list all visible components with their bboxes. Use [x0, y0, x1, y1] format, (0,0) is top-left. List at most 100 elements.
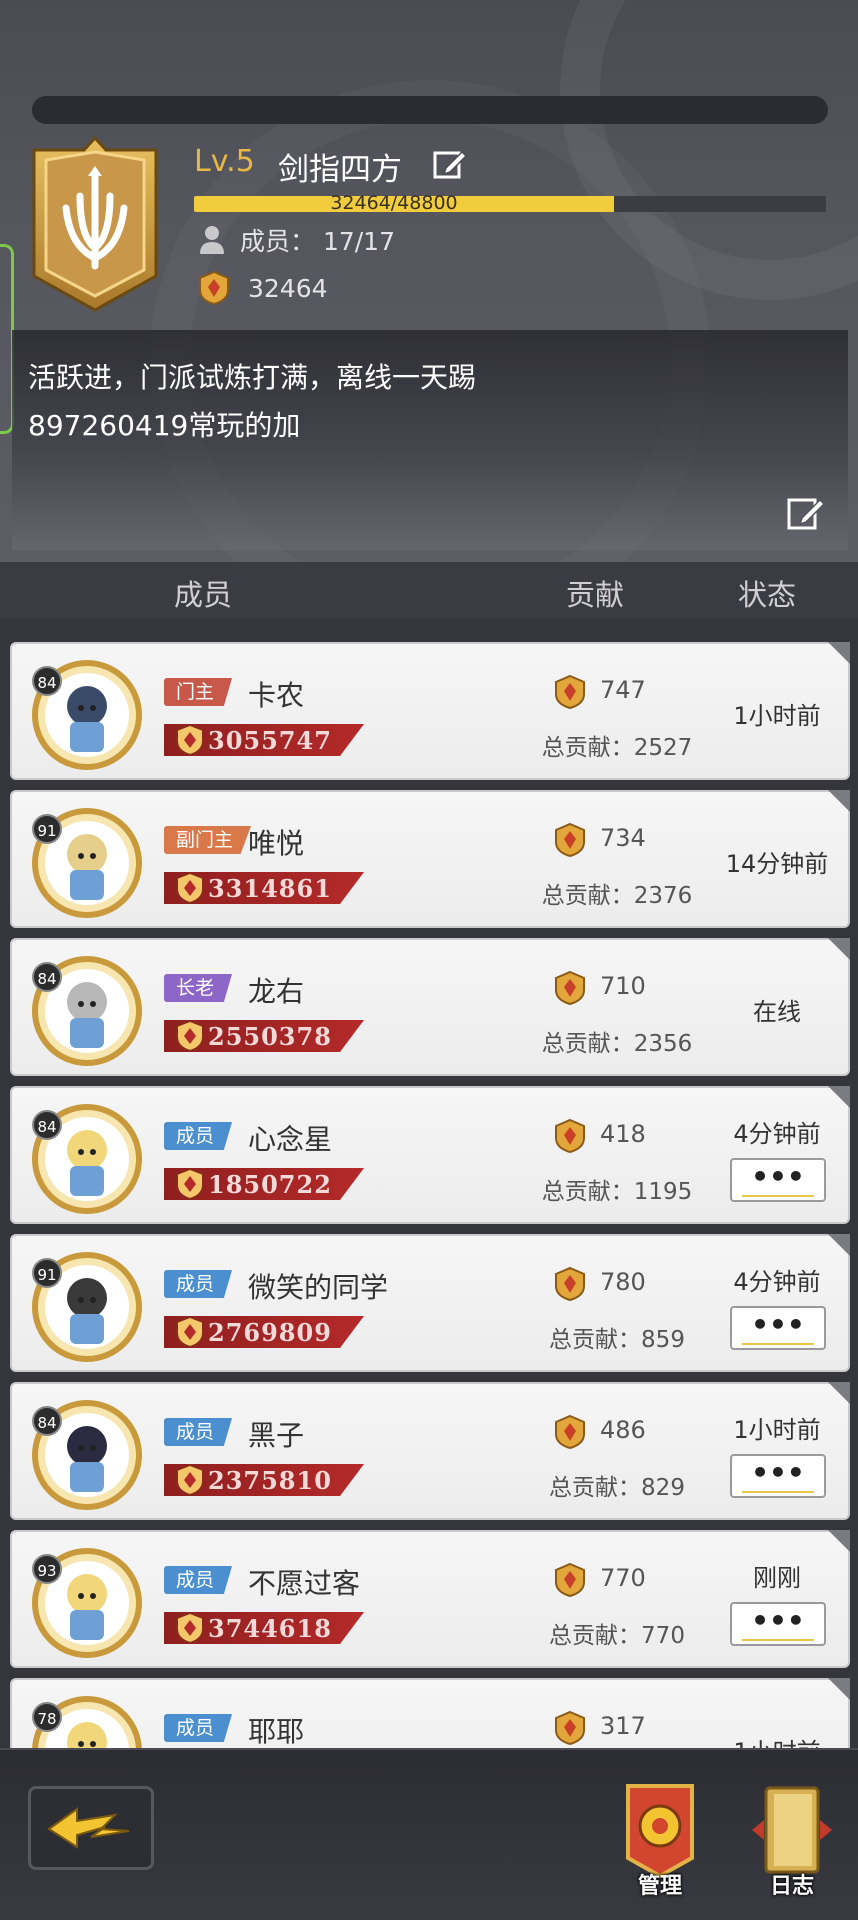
- total-contribution: 总贡献：1195: [541, 1179, 693, 1205]
- member-row[interactable]: 84 成员 黑子 2375810 486 总贡献：829 1小时前 •••: [10, 1382, 850, 1520]
- total-contribution: 总贡献：2356: [541, 1031, 693, 1057]
- manage-button[interactable]: 管理: [608, 1780, 712, 1900]
- guild-exp-text: 32464/48800: [330, 192, 458, 214]
- guild-points-icon: [199, 270, 229, 306]
- online-status: 1小时前: [733, 1416, 821, 1444]
- member-name: 微笑的同学: [248, 1271, 389, 1304]
- member-level: 91: [32, 1258, 62, 1288]
- log-book-icon: [752, 1786, 832, 1874]
- column-status: 状态: [738, 578, 797, 612]
- power-shield-icon: [176, 1315, 204, 1349]
- member-row[interactable]: 84 长老 龙右 2550378 710 总贡献：2356 在线: [10, 938, 850, 1076]
- member-list[interactable]: 84 门主 卡农 3055747 747 总贡献：2527 1小时前 91 副门: [0, 618, 858, 1748]
- notice-text: 活跃进，门派试炼打满，离线一天踢 897260419常玩的加: [28, 354, 728, 450]
- guild-points: 32464: [248, 274, 328, 303]
- more-options-button[interactable]: •••: [730, 1158, 826, 1202]
- row-corner: [828, 1234, 850, 1256]
- bottom-bar: 管理 日志: [0, 1748, 858, 1920]
- row-corner: [828, 1530, 850, 1552]
- power-shield-icon: [176, 1167, 204, 1201]
- contribution-value: 747: [600, 676, 646, 704]
- online-status: 1小时前: [712, 1732, 842, 1748]
- notice-line: 897260419常玩的加: [28, 409, 301, 442]
- power-value: 3744618: [208, 1614, 332, 1643]
- member-name: 心念星: [248, 1123, 333, 1156]
- column-contribution: 贡献: [566, 578, 625, 612]
- contribution-icon: [555, 970, 585, 1006]
- role-tag: 成员: [164, 1270, 233, 1298]
- guild-header: Lv.5 剑指四方 32464/48800 成员： 17/17 32464 活跃…: [0, 0, 858, 570]
- member-name: 黑子: [248, 1419, 305, 1452]
- member-row[interactable]: 84 成员 心念星 1850722 418 总贡献：1195 4分钟前 •••: [10, 1086, 850, 1224]
- back-button[interactable]: [28, 1786, 154, 1870]
- log-label: 日志: [769, 1874, 814, 1899]
- contribution-icon: [555, 1710, 585, 1746]
- member-level: 78: [32, 1702, 62, 1732]
- guild-emblem-icon[interactable]: [26, 136, 164, 312]
- member-level: 84: [32, 962, 62, 992]
- power-shield-icon: [176, 1019, 204, 1053]
- power-value: 3314861: [208, 874, 332, 903]
- total-contribution: 总贡献：859: [549, 1327, 685, 1353]
- online-status: 14分钟前: [725, 850, 829, 878]
- member-level: 91: [32, 814, 62, 844]
- online-status: 刚刚: [753, 1564, 801, 1592]
- member-name: 耶耶: [248, 1715, 305, 1748]
- contribution-value: 317: [600, 1712, 646, 1740]
- member-level: 84: [32, 666, 62, 696]
- contribution-icon: [555, 1118, 585, 1154]
- member-count: 成员： 17/17: [240, 227, 395, 256]
- guild-level: Lv.5: [194, 144, 255, 179]
- member-level: 84: [32, 1406, 62, 1436]
- total-contribution: 总贡献：770: [549, 1623, 685, 1649]
- online-status: 4分钟前: [733, 1268, 821, 1296]
- manage-icon: [626, 1784, 694, 1879]
- member-level: 93: [32, 1554, 62, 1584]
- member-row[interactable]: 84 门主 卡农 3055747 747 总贡献：2527 1小时前: [10, 642, 850, 780]
- contribution-icon: [555, 674, 585, 710]
- member-row[interactable]: 91 成员 微笑的同学 2769809 780 总贡献：859 4分钟前 •••: [10, 1234, 850, 1372]
- contribution-value: 710: [600, 972, 646, 1000]
- row-corner: [828, 642, 850, 664]
- total-contribution: 总贡献：2376: [541, 883, 693, 909]
- more-options-button[interactable]: •••: [730, 1306, 826, 1350]
- power-value: 2550378: [208, 1022, 332, 1051]
- contribution-value: 418: [600, 1120, 646, 1148]
- edit-name-icon[interactable]: [432, 146, 468, 182]
- power-value: 3055747: [208, 726, 332, 755]
- member-name: 龙右: [248, 975, 305, 1008]
- role-tag: 长老: [164, 974, 233, 1002]
- member-row[interactable]: 93 成员 不愿过客 3744618 770 总贡献：770 刚刚 •••: [10, 1530, 850, 1668]
- row-corner: [828, 1678, 850, 1700]
- role-tag: 成员: [164, 1418, 233, 1446]
- contribution-value: 780: [600, 1268, 646, 1296]
- notice-line: 活跃进，门派试炼打满，离线一天踢: [28, 361, 477, 394]
- edit-notice-icon[interactable]: [786, 492, 826, 532]
- power-shield-icon: [176, 1463, 204, 1497]
- role-tag: 成员: [164, 1122, 233, 1150]
- row-corner: [828, 1382, 850, 1404]
- top-bar: [32, 96, 828, 124]
- online-status: 1小时前: [733, 702, 821, 730]
- person-icon: [200, 226, 224, 254]
- contribution-icon: [555, 1414, 585, 1450]
- row-corner: [828, 938, 850, 960]
- power-value: 1850722: [208, 1170, 332, 1199]
- power-shield-icon: [176, 1611, 204, 1645]
- more-options-button[interactable]: •••: [730, 1602, 826, 1646]
- member-row[interactable]: 78 成员 耶耶 317 1小时前: [10, 1678, 850, 1748]
- power-shield-icon: [176, 871, 204, 905]
- manage-label: 管理: [637, 1874, 682, 1899]
- contribution-icon: [555, 1266, 585, 1302]
- online-status: 4分钟前: [733, 1120, 821, 1148]
- online-status: 在线: [753, 998, 801, 1026]
- log-button[interactable]: 日志: [740, 1780, 844, 1900]
- role-tag: 成员: [164, 1566, 233, 1594]
- column-member: 成员: [174, 578, 233, 612]
- power-shield-icon: [176, 723, 204, 757]
- guild-notice: 活跃进，门派试炼打满，离线一天踢 897260419常玩的加: [12, 330, 848, 550]
- more-options-button[interactable]: •••: [730, 1454, 826, 1498]
- member-row[interactable]: 91 副门主 唯悦 3314861 734 总贡献：2376 14分钟前: [10, 790, 850, 928]
- power-value: 2375810: [208, 1466, 332, 1495]
- contribution-value: 486: [600, 1416, 646, 1444]
